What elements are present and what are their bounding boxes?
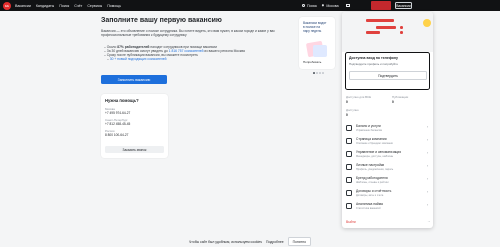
nav-item-vacancies[interactable]: Вакансии xyxy=(15,4,31,8)
cookie-more-link[interactable]: Подробнее xyxy=(266,240,284,244)
nav-item-help[interactable]: Помощь xyxy=(107,4,121,8)
nav-item-bill[interactable]: Счёт xyxy=(74,4,82,8)
menu-sublabel: Статистика вакансий xyxy=(356,206,381,210)
mail-link[interactable] xyxy=(346,0,350,11)
chevron-right-icon: › xyxy=(427,203,429,207)
search-link[interactable]: Поиск xyxy=(302,0,317,11)
cookie-accept-button[interactable]: Понятно xyxy=(287,237,311,246)
help-card: Нужна помощь? Москва +7 495 974-64-27 Са… xyxy=(101,94,168,158)
cookie-banner: Чтобы сайт был удобным, используем cooki… xyxy=(0,236,500,247)
menu-sublabel: Управление балансом xyxy=(356,128,382,132)
menu-item-company[interactable]: Страница компании Описание и брендинг ком… xyxy=(342,136,433,148)
confirm-button[interactable]: Подтвердить xyxy=(349,71,427,80)
promo-illustration xyxy=(313,45,327,57)
menu-label: Личные настройки xyxy=(356,163,385,167)
carousel-dot[interactable] xyxy=(316,72,318,74)
chart-icon xyxy=(346,203,352,209)
menu-item-balance[interactable]: Баланс и услуги Управление балансом › xyxy=(342,123,433,135)
nav-item-search[interactable]: Поиск xyxy=(59,4,69,8)
location-icon xyxy=(321,3,325,8)
menu-sublabel: Профиль, уведомления, пароль xyxy=(356,167,394,171)
carousel-dot[interactable] xyxy=(322,72,324,74)
create-vacancy-button[interactable]: Заполнить вакансию xyxy=(101,75,167,84)
account-dropdown-panel: Доступна вход по телефону Подтвердите пр… xyxy=(342,12,433,228)
benefit-link[interactable]: 30 + новый подходящих соискателей xyxy=(104,57,294,61)
stat-label: Доступно xyxy=(346,108,359,112)
menu-label: Управление и автоматизация xyxy=(356,150,402,154)
menu-sublabel: Шаблоны, отзывы и рейтинг xyxy=(356,180,389,184)
menu-item-automation[interactable]: Управление и автоматизация Менеджеры, дос… xyxy=(342,149,433,161)
chevron-right-icon: › xyxy=(427,151,429,155)
logout-link[interactable]: Выйти xyxy=(346,220,356,224)
intro-text: Вакансия — это объявление о поиске сотру… xyxy=(101,29,275,38)
city-label: Москва xyxy=(326,3,339,8)
redacted-dot xyxy=(400,26,403,29)
menu-label: Бренд работодателя xyxy=(356,176,388,180)
help-phone[interactable]: +7 812 458-45-45 xyxy=(105,122,130,126)
logout-icon[interactable]: → xyxy=(427,219,431,223)
redacted-line xyxy=(366,19,394,22)
search-icon xyxy=(302,4,305,7)
promo-card[interactable]: Вакансии видят в поиске на пару недель П… xyxy=(299,17,335,69)
request-call-button[interactable]: Заказать звонок xyxy=(105,146,164,153)
chevron-right-icon: › xyxy=(427,164,429,168)
menu-sublabel: Описание и брендинг компании xyxy=(356,141,393,145)
redacted-company-name xyxy=(371,1,391,10)
stat-value: 0 xyxy=(346,113,348,117)
wallet-icon xyxy=(346,125,352,131)
page-title: Заполните вашу первую вакансию xyxy=(101,17,222,24)
stat-value: 0 xyxy=(392,100,394,104)
nav-item-candidates[interactable]: Кандидаты xyxy=(36,4,54,8)
avatar[interactable] xyxy=(423,19,431,27)
search-label: Поиск xyxy=(307,3,317,8)
promo-caption: Попробовать xyxy=(303,60,322,64)
top-navigation-bar: hh Вакансии Кандидаты Поиск Счёт Сервисы… xyxy=(0,0,500,11)
chevron-right-icon: › xyxy=(427,138,429,142)
menu-label: Договоры и отчётность xyxy=(356,189,392,193)
redacted-line xyxy=(366,31,380,34)
banner-subtitle: Подтвердите профиль и попробуйте xyxy=(349,62,398,66)
phone-login-banner: Доступна вход по телефону Подтвердите пр… xyxy=(345,52,430,90)
account-header xyxy=(342,12,433,52)
menu-item-contracts[interactable]: Договоры и отчётность Договоры, акты и сч… xyxy=(342,188,433,200)
menu-sublabel: Менеджеры, доступы, шаблоны xyxy=(356,154,394,158)
logo-icon[interactable]: hh xyxy=(3,1,11,10)
stat-label: Публикации xyxy=(392,95,409,99)
user-icon xyxy=(346,164,352,170)
account-menu-button[interactable]: Вакансии xyxy=(395,2,412,9)
city-link[interactable]: Москва xyxy=(321,0,339,11)
menu-item-personal[interactable]: Личные настройки Профиль, уведомления, па… xyxy=(342,162,433,174)
redacted-line xyxy=(376,26,396,29)
star-icon xyxy=(346,177,352,183)
chevron-right-icon: › xyxy=(427,190,429,194)
menu-label: Аналитика найма xyxy=(356,202,383,206)
banner-title: Доступна вход по телефону xyxy=(349,56,398,60)
carousel-dot[interactable] xyxy=(313,72,315,74)
menu-item-brand[interactable]: Бренд работодателя Шаблоны, отзывы и рейт… xyxy=(342,175,433,187)
menu-item-analytics[interactable]: Аналитика найма Статистика вакансий › xyxy=(342,201,433,213)
building-icon xyxy=(346,138,352,144)
cookie-text: Чтобы сайт был удобным, используем cooki… xyxy=(189,239,263,244)
carousel-dot[interactable] xyxy=(319,72,321,74)
chevron-right-icon: › xyxy=(427,125,429,129)
mail-icon xyxy=(346,4,350,7)
menu-sublabel: Договоры, акты и счета xyxy=(356,193,384,197)
stat-label: Доступно для ВСЕ xyxy=(346,95,372,99)
stat-value: 0 xyxy=(346,100,348,104)
help-phone[interactable]: +7 495 974-64-27 xyxy=(105,111,130,115)
menu-label: Страница компании xyxy=(356,137,387,141)
benefits-list: Около 87% работодателей находят сотрудни… xyxy=(104,45,294,61)
nav-item-services[interactable]: Сервисы xyxy=(87,4,102,8)
document-icon xyxy=(346,190,352,196)
main-nav: Вакансии Кандидаты Поиск Счёт Сервисы По… xyxy=(15,0,121,11)
menu-label: Баланс и услуги xyxy=(356,124,381,128)
settings-icon xyxy=(346,151,352,157)
promo-text: Вакансии видят в поиске на пару недель xyxy=(303,21,327,33)
chevron-right-icon: › xyxy=(427,177,429,181)
help-phone[interactable]: 8 800 100-64-27 xyxy=(105,133,128,137)
help-title: Нужна помощь? xyxy=(105,98,139,103)
carousel-dots xyxy=(313,72,324,74)
redacted-dot xyxy=(400,31,403,34)
